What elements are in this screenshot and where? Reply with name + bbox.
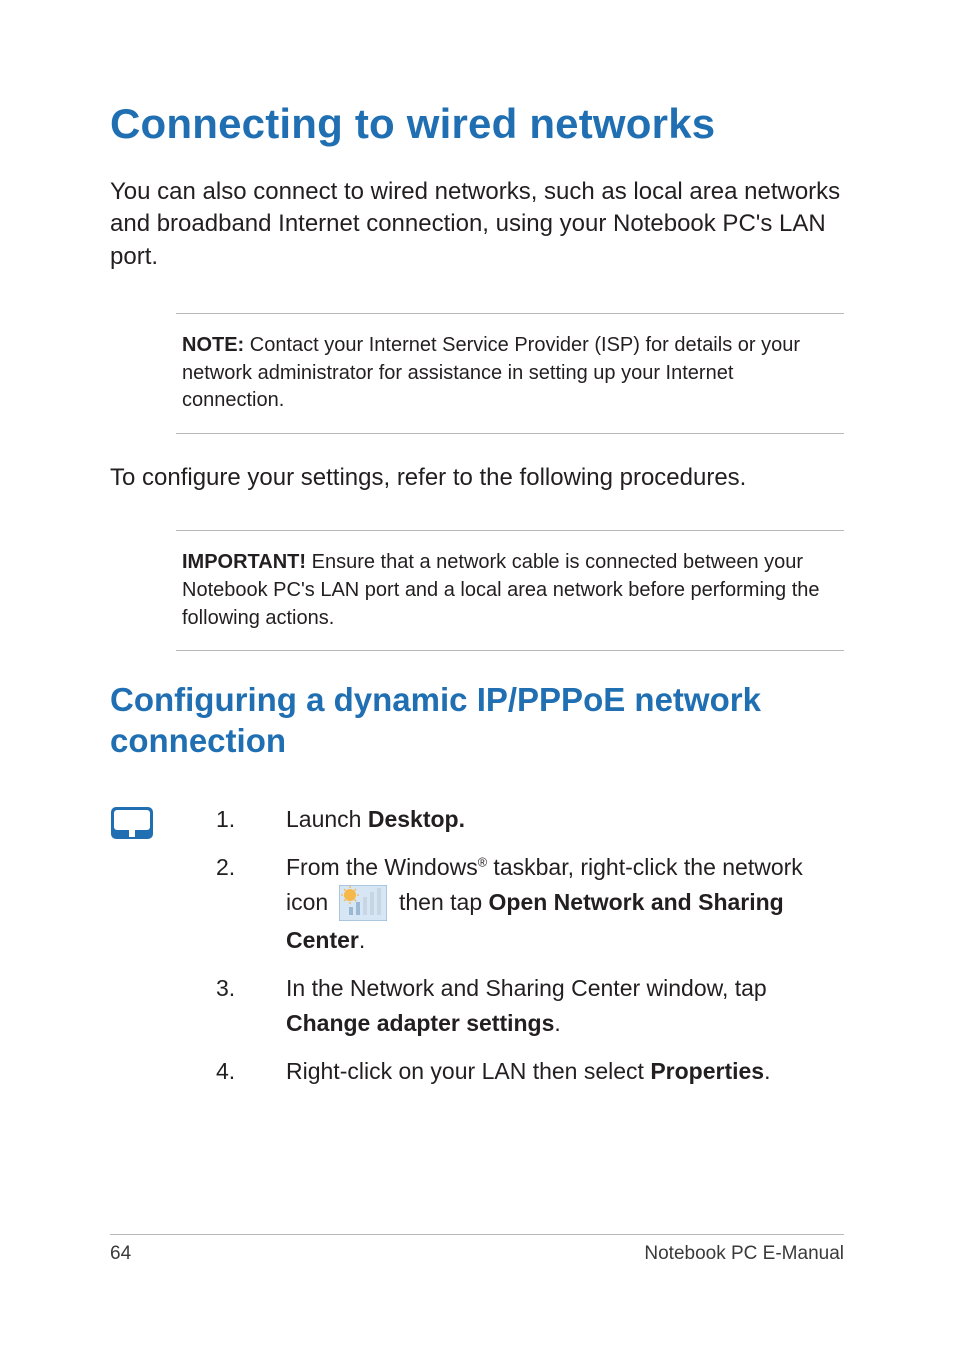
network-tray-icon	[339, 885, 387, 921]
note-label: NOTE:	[182, 334, 244, 356]
step-text: Right-click on your LAN then select	[286, 1058, 650, 1084]
important-callout: IMPORTANT! Ensure that a network cable i…	[176, 530, 844, 651]
step-bold: Properties	[650, 1058, 764, 1084]
intro-paragraph: You can also connect to wired networks, …	[110, 176, 844, 273]
step-body: From the Windows® taskbar, right-click t…	[286, 850, 844, 957]
steps-list: 1. Launch Desktop. 2. From the Windows® …	[216, 802, 844, 1103]
step-number: 3.	[216, 971, 286, 1040]
step-number: 2.	[216, 850, 286, 957]
important-label: IMPORTANT!	[182, 551, 306, 573]
step-text: .	[554, 1010, 560, 1036]
step-text: Launch	[286, 806, 368, 832]
note-text: Contact your Internet Service Provider (…	[182, 334, 800, 411]
step-number: 4.	[216, 1054, 286, 1089]
page-title: Connecting to wired networks	[110, 100, 844, 148]
step-body: In the Network and Sharing Center window…	[286, 971, 844, 1040]
step-bold: Desktop.	[368, 806, 465, 832]
trackpad-icon	[110, 806, 154, 840]
step-text: then tap	[393, 889, 489, 915]
mid-paragraph: To configure your settings, refer to the…	[110, 462, 844, 494]
step-body: Right-click on your LAN then select Prop…	[286, 1054, 844, 1089]
step-text: .	[764, 1058, 770, 1084]
page-number: 64	[110, 1243, 131, 1265]
step-text: .	[359, 927, 365, 953]
step-number: 1.	[216, 802, 286, 837]
step-text: In the Network and Sharing Center window…	[286, 975, 767, 1001]
step-4: 4. Right-click on your LAN then select P…	[216, 1054, 844, 1089]
section-heading: Configuring a dynamic IP/PPPoE network c…	[110, 679, 844, 762]
step-body: Launch Desktop.	[286, 802, 844, 837]
registered-mark: ®	[478, 855, 487, 869]
page-footer: 64 Notebook PC E-Manual	[110, 1234, 844, 1265]
step-3: 3. In the Network and Sharing Center win…	[216, 971, 844, 1040]
step-2: 2. From the Windows® taskbar, right-clic…	[216, 850, 844, 957]
step-text: From the Windows	[286, 854, 478, 880]
manual-title: Notebook PC E-Manual	[644, 1243, 844, 1265]
note-callout: NOTE: Contact your Internet Service Prov…	[176, 313, 844, 434]
step-bold: Change adapter settings	[286, 1010, 554, 1036]
step-1: 1. Launch Desktop.	[216, 802, 844, 837]
